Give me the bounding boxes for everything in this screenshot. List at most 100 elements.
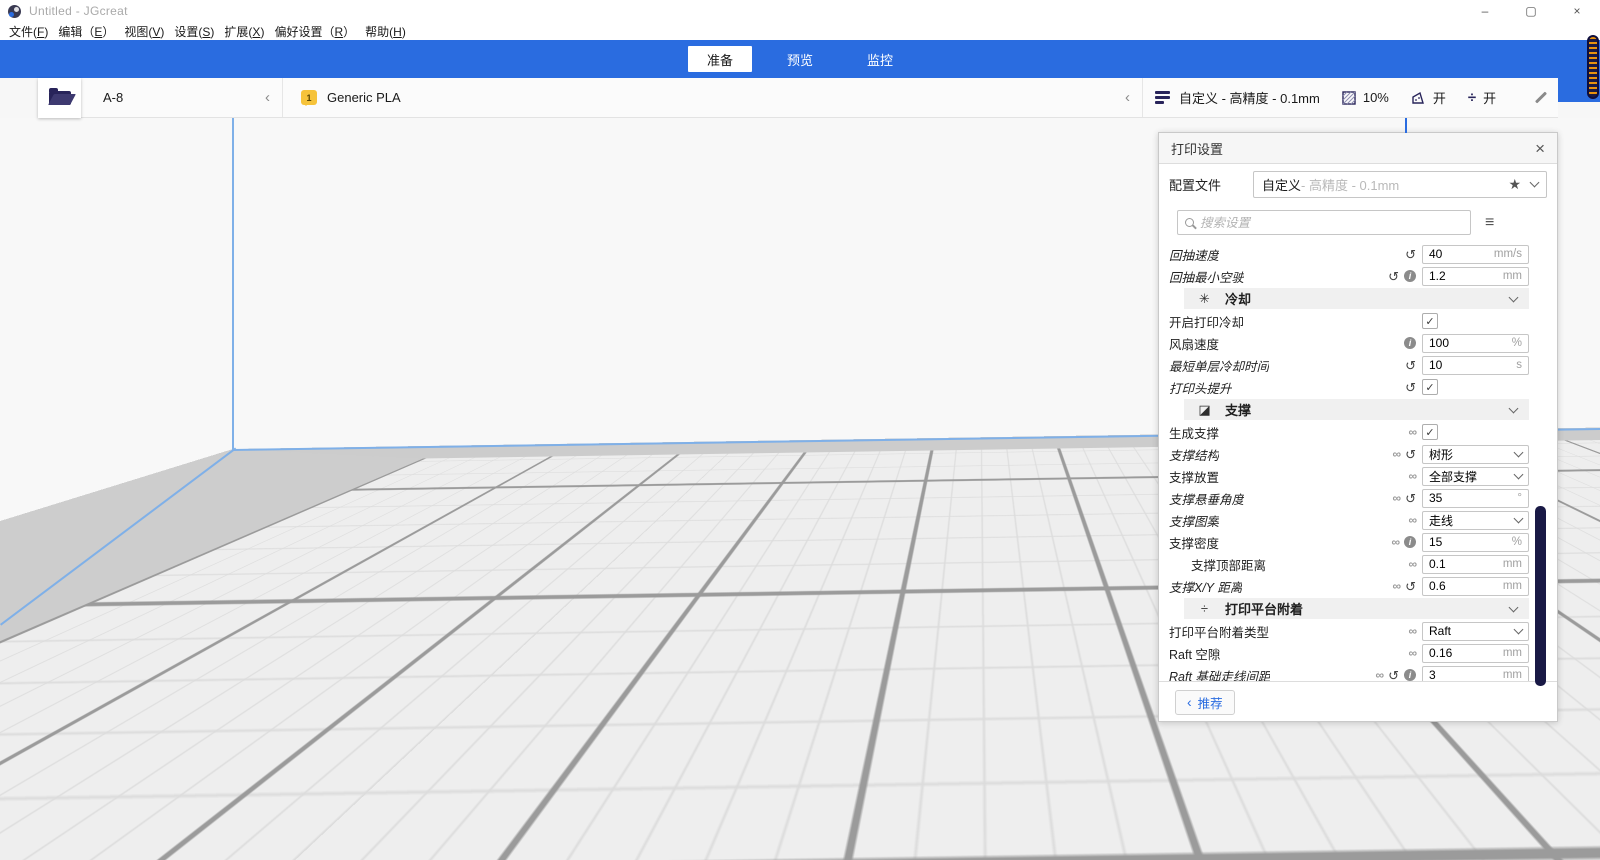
undo-icon[interactable]: ↺: [1405, 248, 1416, 261]
build-volume-edge: [232, 118, 234, 450]
view-front-button[interactable]: [39, 812, 56, 829]
adhesion-icon: ÷: [1197, 601, 1212, 616]
edit-pencil-icon[interactable]: [1533, 90, 1548, 105]
recommended-button[interactable]: ‹ 推荐: [1175, 690, 1235, 715]
undo-icon[interactable]: ↺: [1388, 270, 1399, 283]
menu-item-settings[interactable]: 设置(S): [169, 23, 219, 40]
tab-monitor[interactable]: 监控: [848, 46, 912, 72]
configuration-toolbar: A-8 ‹ 1 Generic PLA ‹ 自定义 - 高精度 - 0.1mm …: [38, 78, 1558, 118]
menu-item-view[interactable]: 视图(V): [119, 23, 169, 40]
search-box[interactable]: [1177, 210, 1471, 235]
print-settings-summary-button[interactable]: 自定义 - 高精度 - 0.1mm 10% 开 ÷ 开: [1143, 78, 1558, 117]
tab-preview[interactable]: 预览: [768, 46, 832, 72]
menu-item-file[interactable]: 文件(F): [4, 23, 53, 40]
setting-label: 支撑图案: [1169, 511, 1219, 530]
edge-scrollbar-thumb[interactable]: [1587, 35, 1599, 99]
link-icon: ∞: [1376, 668, 1384, 681]
tab-prepare[interactable]: 准备: [688, 46, 752, 72]
setting-input[interactable]: 15%: [1422, 533, 1529, 552]
settings-rows: 回抽速度↺40mm/s回抽最小空驶↺i1.2mm✳冷却开启打印冷却✓风扇速度i1…: [1159, 241, 1557, 681]
link-icon: ∞: [1408, 624, 1416, 638]
material-selector[interactable]: 1 Generic PLA ‹: [283, 78, 1143, 117]
fan-icon: ✳: [1197, 291, 1212, 307]
panel-close-icon[interactable]: ×: [1535, 140, 1545, 157]
info-icon[interactable]: i: [1404, 669, 1416, 681]
infill-percent: 10%: [1363, 90, 1389, 105]
setting-select[interactable]: 走线: [1422, 511, 1529, 530]
undo-icon[interactable]: ↺: [1405, 359, 1416, 372]
setting-row: Raft 空隙∞0.16mm: [1159, 642, 1529, 664]
setting-row: 打印平台附着类型∞Raft: [1159, 620, 1529, 642]
setting-select[interactable]: 树形: [1422, 445, 1529, 464]
setting-checkbox[interactable]: ✓: [1422, 424, 1438, 440]
menu-item-extensions[interactable]: 扩展(X): [219, 23, 269, 40]
search-input[interactable]: [1200, 216, 1463, 230]
menu-item-preferences[interactable]: 偏好设置（R）: [269, 23, 360, 40]
section-header[interactable]: ✳ 冷却: [1184, 288, 1529, 309]
setting-row: 最短单层冷却时间↺10s: [1159, 354, 1529, 376]
link-icon: ∞: [1393, 491, 1401, 505]
setting-label: 支撑顶部距离: [1169, 555, 1266, 574]
info-icon[interactable]: i: [1404, 337, 1416, 349]
settings-menu-icon[interactable]: ≡: [1485, 214, 1494, 232]
menu-item-help[interactable]: 帮助(H): [360, 23, 411, 40]
printer-selector[interactable]: A-8 ‹: [81, 78, 283, 117]
undo-icon[interactable]: ↺: [1405, 580, 1416, 593]
profile-dropdown[interactable]: 自定义 - 高精度 - 0.1mm ★: [1253, 171, 1547, 198]
setting-label: 支撑放置: [1169, 467, 1219, 486]
app-logo-icon: [8, 5, 21, 18]
unit-label: %: [1512, 536, 1522, 548]
setting-input[interactable]: 1.2mm: [1422, 267, 1529, 286]
setting-input[interactable]: 0.16mm: [1422, 644, 1529, 663]
chevron-down-icon: [1514, 470, 1524, 480]
section-header[interactable]: ÷打印平台附着: [1184, 598, 1529, 619]
info-icon[interactable]: i: [1404, 536, 1416, 548]
material-name: Generic PLA: [327, 90, 401, 105]
undo-icon[interactable]: ↺: [1405, 381, 1416, 394]
maximize-button[interactable]: ▢: [1508, 0, 1554, 22]
open-file-button[interactable]: [38, 78, 81, 118]
undo-icon[interactable]: ↺: [1405, 492, 1416, 505]
setting-select[interactable]: 全部支撑: [1422, 467, 1529, 486]
setting-label: Raft 基础走线间距: [1169, 666, 1270, 682]
minimize-button[interactable]: –: [1462, 0, 1508, 22]
setting-label: 打印头提升: [1169, 378, 1232, 397]
info-icon[interactable]: i: [1404, 270, 1416, 282]
setting-input[interactable]: 40mm/s: [1422, 245, 1529, 264]
unit-label: mm/s: [1494, 248, 1522, 260]
view-right-button[interactable]: [120, 812, 137, 829]
stage-bar: 准备预览监控: [0, 40, 1600, 78]
view-top-button[interactable]: [66, 812, 83, 829]
setting-label: 生成支撑: [1169, 423, 1219, 442]
chevron-down-icon: [1509, 403, 1519, 413]
link-icon: ∞: [1408, 425, 1416, 439]
setting-select[interactable]: Raft: [1422, 622, 1529, 641]
setting-checkbox[interactable]: ✓: [1422, 379, 1438, 395]
collapse-left-icon[interactable]: ‹: [265, 89, 270, 106]
menu-item-edit[interactable]: 编辑（E）: [53, 23, 119, 40]
setting-input[interactable]: 100%: [1422, 334, 1529, 353]
setting-input[interactable]: 3mm: [1422, 666, 1529, 682]
panel-scrollbar-thumb[interactable]: [1535, 506, 1546, 686]
setting-input[interactable]: 35°: [1422, 489, 1529, 508]
setting-checkbox[interactable]: ✓: [1422, 313, 1438, 329]
undo-icon[interactable]: ↺: [1388, 669, 1399, 682]
view-3d-button[interactable]: [12, 812, 29, 829]
search-icon: [1185, 218, 1194, 227]
title-bar: Untitled - JGcreat – ▢ ×: [0, 0, 1600, 22]
setting-row: Raft 基础走线间距 ∞ ↺ i 3mm: [1159, 664, 1529, 681]
favorite-star-icon[interactable]: ★: [1508, 176, 1521, 193]
section-header[interactable]: ◪支撑: [1184, 399, 1529, 420]
undo-icon[interactable]: ↺: [1405, 448, 1416, 461]
setting-input[interactable]: 10s: [1422, 356, 1529, 375]
profile-layers-icon: [1155, 91, 1170, 104]
setting-input[interactable]: 0.1mm: [1422, 555, 1529, 574]
setting-input[interactable]: 0.6mm: [1422, 577, 1529, 596]
panel-title: 打印设置: [1171, 139, 1223, 158]
setting-row: 支撑悬垂角度∞↺35°: [1159, 487, 1529, 509]
link-icon: ∞: [1408, 646, 1416, 660]
close-button[interactable]: ×: [1554, 0, 1600, 22]
section-label: 冷却: [1225, 289, 1251, 308]
view-left-button[interactable]: [93, 812, 110, 829]
collapse-left-icon[interactable]: ‹: [1125, 89, 1130, 106]
